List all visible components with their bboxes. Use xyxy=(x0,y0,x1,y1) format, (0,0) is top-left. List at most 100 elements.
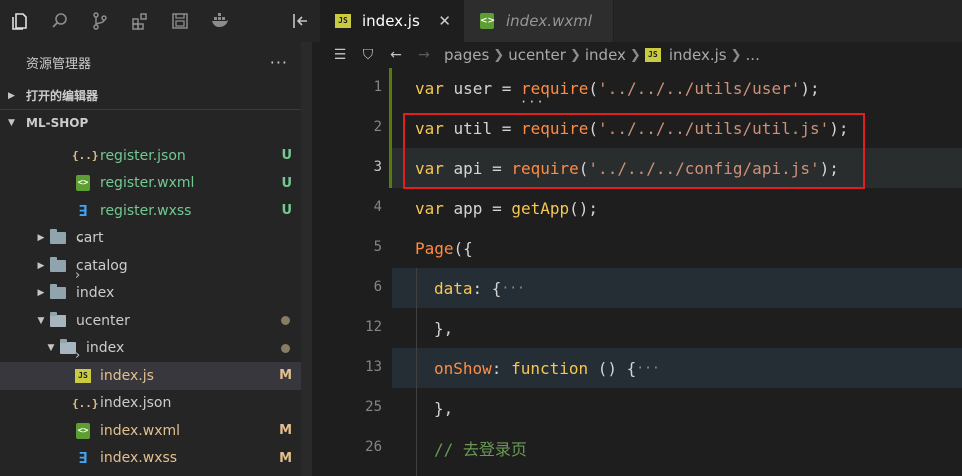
open-editors-label: 打开的编辑器 xyxy=(26,89,99,103)
files-icon[interactable] xyxy=(0,0,40,42)
tree-item-label: index.json xyxy=(100,395,172,412)
collapse-icon[interactable] xyxy=(280,0,320,42)
modified-dot xyxy=(281,343,290,353)
extensions-icon[interactable] xyxy=(120,0,160,42)
tree-item-index-json[interactable]: {..} index.json xyxy=(0,390,312,418)
tree-item-register-json[interactable]: {..} register.json U xyxy=(0,142,312,170)
tree-item-label: cart xyxy=(76,230,104,247)
tree-item-index-folder[interactable]: ▶ index xyxy=(0,280,312,308)
function-name: getApp xyxy=(511,198,570,218)
punctuation: ( xyxy=(588,78,599,98)
explorer-title: 资源管理器 xyxy=(26,56,92,72)
tab-label: index.js xyxy=(362,12,420,30)
keyword: function xyxy=(511,358,589,378)
line-number: 13 xyxy=(365,359,382,375)
comment: // 去登录页 xyxy=(434,440,527,459)
punctuation: () { xyxy=(588,358,637,378)
untracked-badge: U xyxy=(281,175,292,191)
keyword: var xyxy=(415,198,444,218)
breadcrumb-item[interactable]: pages xyxy=(444,46,489,64)
chevron-right-icon: ▶ xyxy=(8,90,15,101)
list-icon[interactable]: ☰ xyxy=(326,47,354,63)
close-icon[interactable]: ✕ xyxy=(438,12,451,30)
tree-item-register-wxss[interactable]: ∃ register.wxss U xyxy=(0,197,312,225)
json-file-icon: {..} xyxy=(72,149,99,163)
open-editors-section[interactable]: ▶ 打开的编辑器 xyxy=(0,82,312,109)
folder-icon xyxy=(50,284,66,300)
punctuation: }, xyxy=(434,318,454,338)
more-actions-icon[interactable]: ··· xyxy=(270,53,288,72)
keyword: var xyxy=(415,78,444,98)
folder-open-icon xyxy=(50,311,66,327)
code-line-5: Page({ xyxy=(392,228,962,268)
tree-item-label: index xyxy=(76,285,115,302)
identifier: app = xyxy=(443,198,512,218)
highlight-annotation-box xyxy=(403,113,865,189)
tree-item-catalog[interactable]: ▶ catalog xyxy=(0,252,312,280)
line-number: 3 xyxy=(373,159,382,175)
fold-open-icon[interactable]: ⌄ xyxy=(75,231,86,246)
source-control-icon[interactable] xyxy=(80,0,120,42)
js-file-icon: JS xyxy=(72,368,94,384)
forward-arrow-icon[interactable]: → xyxy=(410,47,438,63)
breadcrumb: ☰ ⛉ ← → pages ❯ ucenter ❯ index ❯ JS ind… xyxy=(320,42,962,68)
sidebar-scrollbar[interactable] xyxy=(301,42,312,476)
tree-item-index-wxss[interactable]: ∃ index.wxss M xyxy=(0,445,312,473)
folded-region[interactable]: ··· xyxy=(636,361,659,376)
property-name: onShow xyxy=(434,358,492,378)
tree-item-ucenter[interactable]: ▼ ucenter xyxy=(0,307,312,335)
editor-tabs: JS index.js ✕ <> index.wxml xyxy=(320,0,962,42)
tree-item-label: register.json xyxy=(100,147,186,164)
chevron-right-icon: ❯ xyxy=(730,47,742,63)
chevron-right-icon: ▶ xyxy=(37,233,45,244)
back-arrow-icon[interactable]: ← xyxy=(382,47,410,63)
line-number: 5 xyxy=(373,239,382,255)
tree-item-label: index xyxy=(86,340,125,357)
tab-label: index.wxml xyxy=(506,12,592,30)
folder-icon xyxy=(50,256,66,272)
identifier: user = xyxy=(443,78,521,98)
js-file-icon: JS xyxy=(644,48,661,62)
line-number-gutter: 1 2 3 4 5 6 12 13 25 26 xyxy=(320,68,390,476)
search-icon[interactable] xyxy=(40,0,80,42)
line-number: 25 xyxy=(365,399,382,415)
line-number: 6 xyxy=(373,279,382,295)
wxml-file-icon: <> xyxy=(72,175,94,192)
untracked-badge: U xyxy=(281,203,292,219)
fold-closed-icon[interactable]: › xyxy=(75,268,80,283)
tab-index-js[interactable]: JS index.js ✕ xyxy=(320,0,464,42)
folded-region[interactable]: ··· xyxy=(501,281,524,296)
tree-item-index-js[interactable]: JS index.js M xyxy=(0,362,312,390)
line-number: 26 xyxy=(365,439,382,455)
tree-item-index-wxml[interactable]: <> index.wxml M xyxy=(0,417,312,445)
project-section[interactable]: ▼ ML-SHOP xyxy=(0,109,312,136)
chevron-right-icon: ▶ xyxy=(37,260,45,271)
bookmark-icon[interactable]: ⛉ xyxy=(354,47,382,63)
code-line-6: data: {··· xyxy=(392,268,962,308)
string-literal: '../../../utils/user' xyxy=(598,78,801,98)
breadcrumb-item[interactable]: ucenter xyxy=(508,46,566,64)
chevron-right-icon: ❯ xyxy=(569,47,581,63)
line-number: 4 xyxy=(373,199,382,215)
line-number: 12 xyxy=(365,319,382,335)
remote-icon[interactable] xyxy=(160,0,200,42)
docker-icon[interactable] xyxy=(200,0,240,42)
untracked-badge: U xyxy=(281,148,292,164)
code-line-1: var user = require('../../../utils/user'… xyxy=(392,68,962,108)
file-tree: {..} register.json U <> register.wxml U … xyxy=(0,142,312,472)
fold-closed-icon[interactable]: › xyxy=(75,348,80,363)
explorer-sidebar: 资源管理器 ··· ▶ 打开的编辑器 ▼ ML-SHOP {..} regist… xyxy=(0,42,312,476)
breadcrumb-item[interactable]: ... xyxy=(746,46,760,64)
tree-item-register-wxml[interactable]: <> register.wxml U xyxy=(0,170,312,198)
property-name: data xyxy=(434,278,473,298)
tree-item-cart[interactable]: ▶ cart xyxy=(0,225,312,253)
modified-badge: M xyxy=(279,368,292,384)
explorer-header: 资源管理器 ··· xyxy=(0,42,312,82)
chevron-down-icon: ▼ xyxy=(8,118,15,128)
chevron-right-icon: ❯ xyxy=(629,47,641,63)
breadcrumb-item[interactable]: index xyxy=(585,46,626,64)
tree-item-ucenter-index[interactable]: ▼ index xyxy=(0,335,312,363)
tab-index-wxml[interactable]: <> index.wxml xyxy=(464,0,614,42)
punctuation: }, xyxy=(434,398,454,418)
breadcrumb-item[interactable]: index.js xyxy=(669,46,727,64)
